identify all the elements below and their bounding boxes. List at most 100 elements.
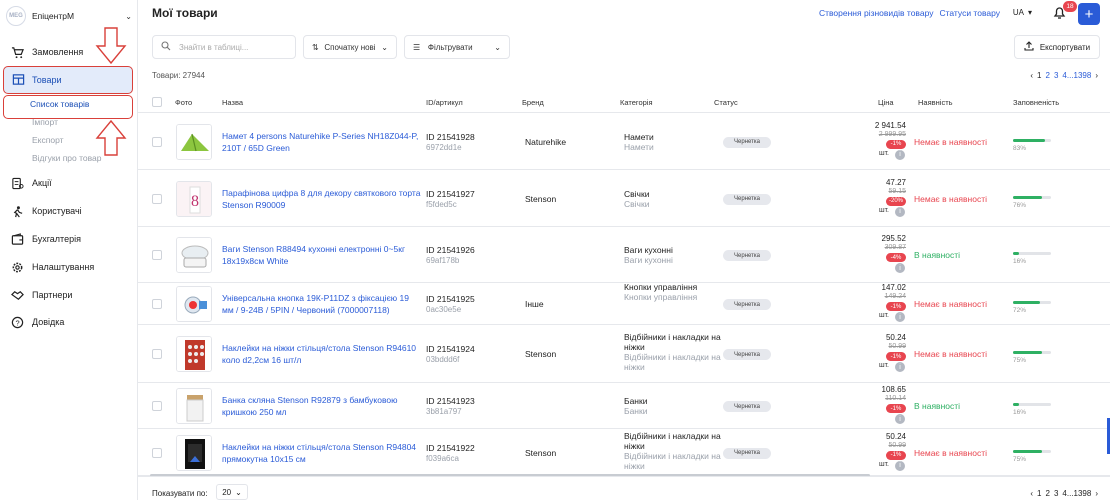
row-checkbox[interactable] (152, 193, 162, 204)
row-checkbox[interactable] (152, 447, 162, 458)
product-name-link[interactable]: Намет 4 persons Naturehike P-Series NH18… (222, 130, 422, 154)
chevron-down-icon[interactable]: ⌄ (125, 12, 132, 21)
page-size-value: 20 (222, 487, 232, 497)
next-page-icon[interactable]: › (1095, 71, 1098, 80)
product-id: ID 21541927 (426, 188, 475, 199)
notification-badge: 18 (1063, 1, 1077, 12)
column-availability[interactable]: Наявність (918, 98, 953, 107)
row-checkbox[interactable] (152, 299, 162, 309)
page-link[interactable]: 3 (1054, 489, 1058, 498)
column-category[interactable]: Категорія (620, 98, 653, 107)
completeness-bar (1013, 449, 1051, 453)
sidebar-item-orders[interactable]: Замовлення (10, 42, 83, 62)
product-price: 47.27 (885, 177, 906, 187)
page-link[interactable]: 2 (1046, 71, 1050, 80)
next-page-icon[interactable]: › (1095, 489, 1098, 498)
sidebar-item-settings[interactable]: Налаштування (10, 257, 94, 277)
sidebar-item-promotions[interactable]: Акції (10, 173, 52, 193)
sidebar-item-accounting[interactable]: Бухгалтерія (10, 229, 81, 249)
info-icon[interactable]: i (895, 263, 905, 273)
product-thumbnail[interactable] (176, 123, 212, 160)
row-checkbox[interactable] (152, 250, 162, 260)
row-checkbox[interactable] (152, 401, 162, 411)
select-all-checkbox[interactable] (152, 97, 162, 107)
page-link[interactable]: 1 (1037, 489, 1041, 498)
discount-badge: -1% (886, 404, 906, 413)
export-button[interactable]: Експортувати (1014, 35, 1100, 59)
sidebar-sub-reviews[interactable]: Відгуки про товар (32, 153, 102, 163)
product-price: 147.02 (881, 283, 906, 292)
table-row[interactable]: Наклейки на ніжки стільця/стола Stenson … (138, 429, 1110, 476)
page-size-select[interactable]: 20 ⌄ (216, 484, 248, 500)
info-icon[interactable]: i (895, 206, 905, 217)
status-badge: Чернетка (723, 250, 771, 261)
status-badge: Чернетка (723, 136, 771, 148)
sort-icon: ⇅ (312, 42, 319, 52)
product-name-link[interactable]: Універсальна кнопка 19К-P11DZ з фіксаціє… (222, 292, 422, 316)
shop-switcher[interactable]: MEG ЕпіцентрМ ⌄ (6, 6, 132, 26)
table-row[interactable]: Намет 4 persons Naturehike P-Series NH18… (138, 113, 1110, 170)
column-name[interactable]: Назва (222, 98, 243, 107)
sidebar-sub-export[interactable]: Експорт (32, 135, 64, 145)
wallet-icon (10, 232, 24, 246)
filter-button[interactable]: ☰ Фільтрувати ⌄ (404, 35, 510, 59)
discount-badge: -20% (886, 196, 906, 206)
info-icon[interactable]: i (895, 414, 905, 424)
completeness-bar (1013, 351, 1051, 354)
table-row[interactable]: Універсальна кнопка 19К-P11DZ з фіксаціє… (138, 282, 1110, 325)
info-icon[interactable]: i (895, 460, 905, 471)
sidebar-item-help[interactable]: ? Довідка (10, 312, 64, 332)
product-name-link[interactable]: Ваги Stenson R88494 кухонні електронні 0… (222, 243, 422, 267)
create-variants-link[interactable]: Створення різновидів товару (819, 8, 933, 18)
product-thumbnail[interactable] (176, 434, 212, 471)
column-status[interactable]: Статус (714, 98, 738, 107)
page-link[interactable]: 4...1398 (1062, 71, 1091, 80)
info-icon[interactable]: i (895, 312, 905, 322)
category-name: Відбійники і накладки на ніжки (624, 332, 721, 352)
sidebar-item-products[interactable]: Товари (3, 66, 133, 94)
page-link[interactable]: 2 (1046, 489, 1050, 498)
product-name-link[interactable]: Наклейки на ніжки стільця/стола Stenson … (222, 441, 422, 465)
table-row[interactable]: Банка скляна Stenson R92879 з бамбуковою… (138, 383, 1110, 429)
product-thumbnail[interactable] (176, 388, 212, 424)
product-price: 2 941.54 (874, 120, 906, 130)
sort-select[interactable]: ⇅ Спочатку нові ⌄ (303, 35, 397, 59)
category-path: Відбійники і накладки на ніжки (624, 450, 721, 471)
product-thumbnail[interactable] (176, 237, 212, 273)
sidebar-item-users[interactable]: Користувачі (10, 201, 82, 221)
table-row[interactable]: Наклейки на ніжки стільця/стола Stenson … (138, 325, 1110, 383)
chevron-down-icon[interactable]: ▾ (1028, 8, 1032, 17)
product-price: 50.24 (885, 431, 906, 441)
product-thumbnail[interactable]: 8 (176, 180, 212, 217)
row-checkbox[interactable] (152, 349, 162, 359)
row-checkbox[interactable] (152, 136, 162, 147)
product-thumbnail[interactable] (176, 286, 212, 322)
column-completeness[interactable]: Заповненість (1013, 98, 1059, 107)
product-name-link[interactable]: Банка скляна Stenson R92879 з бамбуковою… (222, 394, 422, 418)
add-product-button[interactable]: + (1078, 3, 1100, 25)
prev-page-icon[interactable]: ‹ (1030, 71, 1033, 80)
product-sku: 6972dd1e (426, 142, 462, 152)
sidebar-item-partners[interactable]: Партнери (10, 285, 72, 305)
product-name-link[interactable]: Наклейки на ніжки стільця/стола Stenson … (222, 342, 422, 366)
table-row[interactable]: Ваги Stenson R88494 кухонні електронні 0… (138, 227, 1110, 283)
product-thumbnail[interactable] (176, 336, 212, 372)
search-input[interactable]: Знайти в таблиці... (152, 35, 296, 59)
info-icon[interactable]: i (895, 362, 905, 372)
page-link[interactable]: 4...1398 (1062, 489, 1091, 498)
prev-page-icon[interactable]: ‹ (1030, 489, 1033, 498)
column-id[interactable]: ID/артикул (426, 98, 463, 107)
page-link[interactable]: 1 (1037, 71, 1041, 80)
table-row[interactable]: 8 Парафінова цифра 8 для декору святковог… (138, 170, 1110, 227)
product-old-price: 59.15 (888, 187, 906, 195)
product-statuses-link[interactable]: Статуси товару (939, 8, 1000, 18)
info-icon[interactable]: i (895, 149, 905, 160)
column-brand[interactable]: Бренд (522, 98, 544, 107)
page-link[interactable]: 3 (1054, 71, 1058, 80)
sidebar-sub-product-list[interactable]: Список товарів (3, 95, 133, 119)
product-sku: 69af178b (426, 256, 460, 265)
product-name-link[interactable]: Парафінова цифра 8 для декору святкового… (222, 187, 422, 211)
column-price[interactable]: Ціна (878, 98, 894, 107)
language-select[interactable]: UA (1013, 8, 1024, 17)
sidebar-sub-import[interactable]: Імпорт (32, 117, 58, 127)
